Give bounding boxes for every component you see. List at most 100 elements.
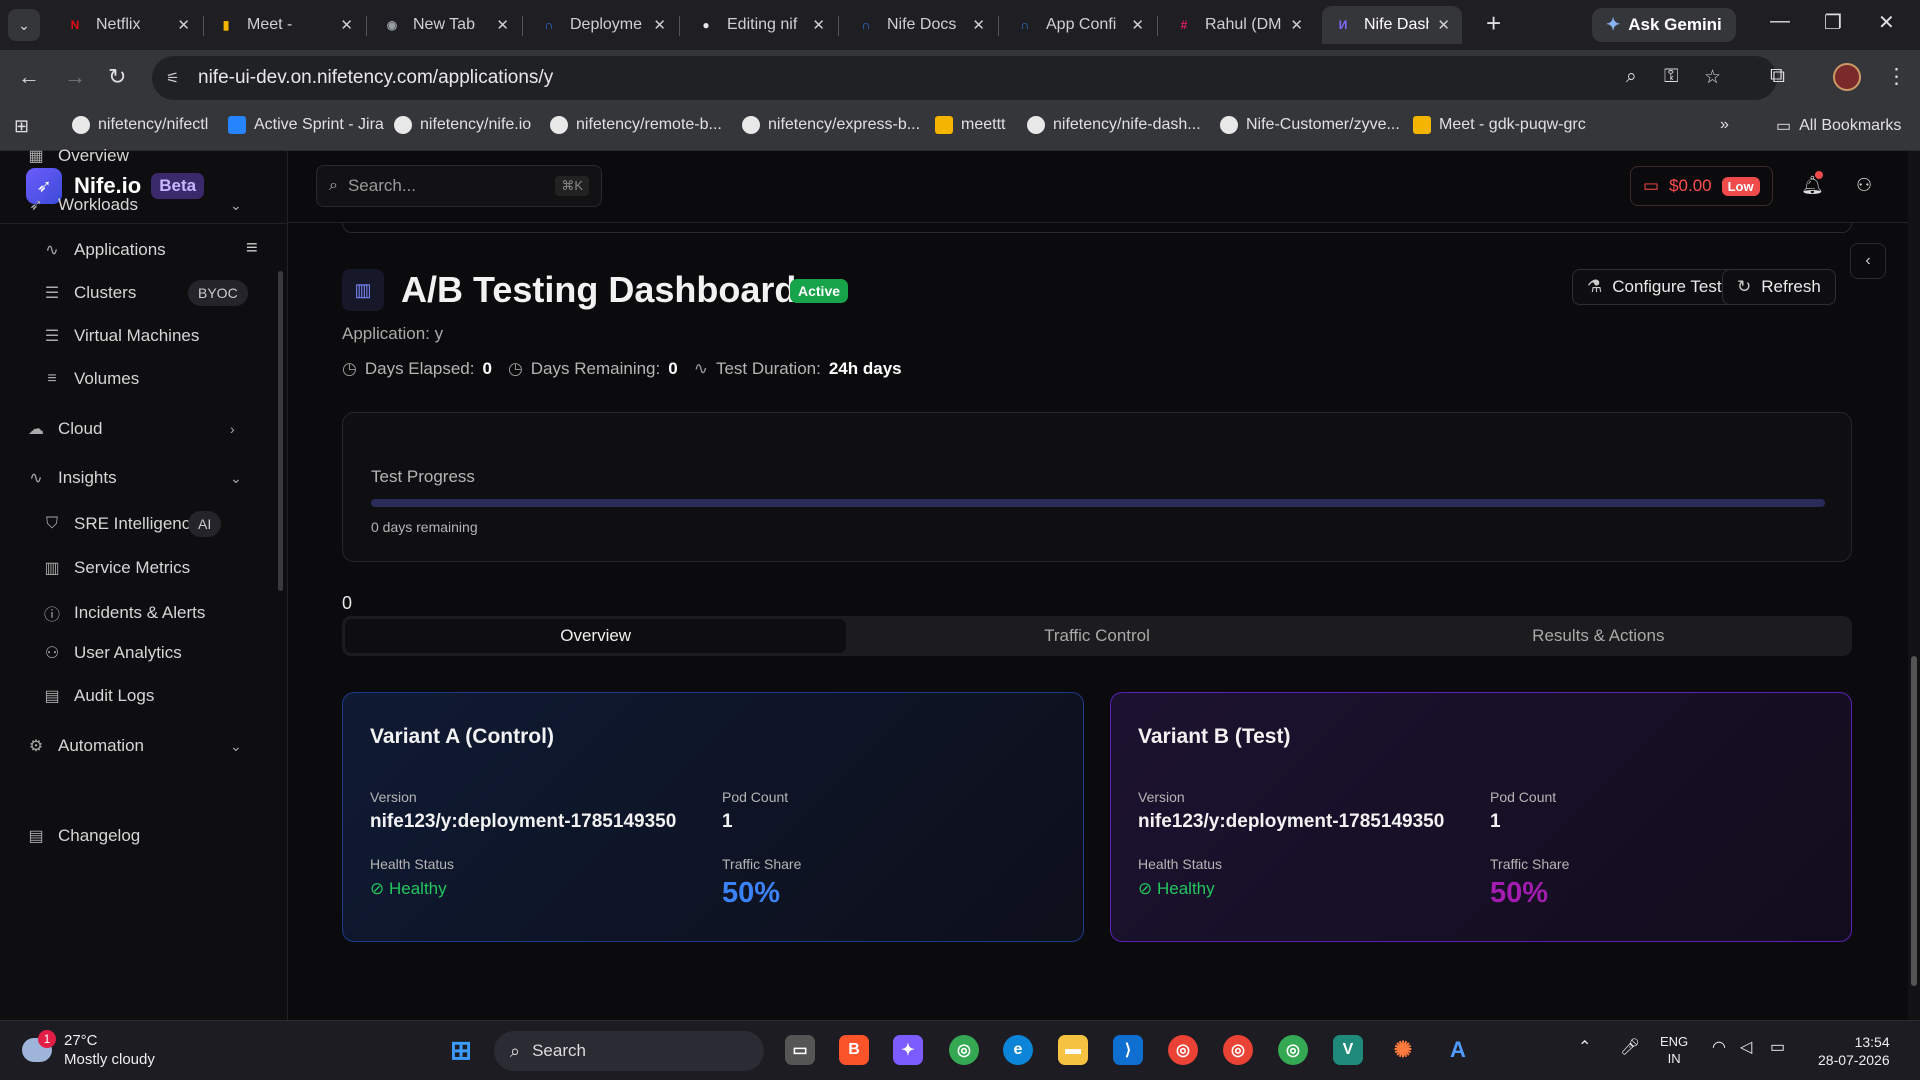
- bookmark-3[interactable]: nifetency/remote-b...: [550, 116, 722, 134]
- brave-icon[interactable]: B: [839, 1035, 869, 1065]
- tab-2[interactable]: ◉ New Tab ✕: [371, 6, 521, 44]
- copilot-icon[interactable]: ✦: [893, 1035, 923, 1065]
- password-key-icon[interactable]: ⚿: [1664, 66, 1678, 88]
- taskbar-search[interactable]: ⌕ Search: [494, 1031, 764, 1071]
- new-tab-button[interactable]: +: [1486, 8, 1501, 39]
- vscode-icon[interactable]: ⟩: [1113, 1035, 1143, 1065]
- close-tab-icon[interactable]: ✕: [340, 16, 353, 34]
- close-tab-icon[interactable]: ✕: [653, 16, 666, 34]
- menu-icon[interactable]: ⋮: [1886, 64, 1907, 89]
- bookmarks-overflow[interactable]: »: [1720, 116, 1729, 134]
- close-tab-icon[interactable]: ✕: [177, 16, 190, 34]
- vs-icon[interactable]: V: [1333, 1035, 1363, 1065]
- bookmark-4[interactable]: nifetency/express-b...: [742, 116, 920, 134]
- ask-gemini-button[interactable]: ✦ Ask Gemini: [1592, 8, 1736, 42]
- tab-overview[interactable]: Overview: [345, 619, 847, 653]
- zoom-icon[interactable]: ⌕: [1626, 66, 1637, 88]
- volume-icon[interactable]: ◁: [1740, 1037, 1752, 1057]
- sidebar-item-user-analytics[interactable]: ⚇ User Analytics: [42, 643, 182, 663]
- chevron-down-icon[interactable]: ⌄: [230, 470, 242, 487]
- all-bookmarks[interactable]: ▭ All Bookmarks: [1776, 116, 1901, 136]
- back-button[interactable]: ←: [18, 64, 40, 90]
- app-a-icon[interactable]: A: [1443, 1035, 1473, 1065]
- tab-search-button[interactable]: ⌄: [8, 9, 40, 41]
- close-tab-icon[interactable]: ✕: [496, 16, 509, 34]
- sidebar-item-changelog[interactable]: ▤ Changelog: [26, 826, 140, 846]
- scrollbar-thumb[interactable]: [1911, 656, 1917, 986]
- apps-icon[interactable]: ⊞: [14, 116, 29, 137]
- sidebar-item-volumes[interactable]: ≡ Volumes: [42, 369, 139, 389]
- microphone-icon[interactable]: 🎤︎: [1620, 1037, 1640, 1057]
- language-indicator[interactable]: ENG IN: [1660, 1033, 1688, 1067]
- sidebar-scrollbar[interactable]: [278, 271, 283, 591]
- restore-button[interactable]: ❐: [1824, 10, 1842, 35]
- windows-start-icon[interactable]: ⊞: [446, 1035, 476, 1065]
- refresh-button[interactable]: ↻ Refresh: [1722, 269, 1836, 305]
- chrome-icon[interactable]: ◎: [1223, 1035, 1253, 1065]
- close-window-button[interactable]: ✕: [1878, 10, 1895, 35]
- user-icon[interactable]: ⚇: [1856, 175, 1872, 196]
- bookmark-5[interactable]: meettt: [935, 116, 1005, 134]
- extensions-icon[interactable]: ⧉: [1770, 64, 1785, 88]
- address-bar[interactable]: ⚟ nife-ui-dev.on.nifetency.com/applicati…: [152, 56, 1777, 100]
- bookmark-2[interactable]: nifetency/nife.io: [394, 116, 531, 134]
- close-tab-icon[interactable]: ✕: [972, 16, 985, 34]
- credit-balance[interactable]: ▭ $0.00 Low: [1630, 166, 1773, 206]
- tab-7[interactable]: # Rahul (DM ✕: [1163, 6, 1315, 44]
- sidebar-item-workloads[interactable]: ➶ Workloads: [26, 195, 138, 215]
- chevron-right-icon[interactable]: ›: [230, 421, 235, 437]
- configure-test-button[interactable]: ⚗ Configure Test: [1572, 269, 1737, 305]
- hamburger-menu-icon[interactable]: ≡: [246, 237, 258, 260]
- chrome-icon[interactable]: ◎: [949, 1035, 979, 1065]
- battery-icon[interactable]: ▭: [1770, 1037, 1785, 1057]
- sidebar-item-audit-logs[interactable]: ▤ Audit Logs: [42, 686, 154, 706]
- edge-icon[interactable]: e: [1003, 1035, 1033, 1065]
- close-tab-icon[interactable]: ✕: [1437, 16, 1450, 34]
- bell-icon[interactable]: 🔔︎: [1801, 171, 1824, 196]
- close-tab-icon[interactable]: ✕: [1131, 16, 1144, 34]
- wifi-icon[interactable]: ◠: [1712, 1037, 1726, 1057]
- chevron-down-icon[interactable]: ⌄: [230, 197, 242, 214]
- bookmark-1[interactable]: Active Sprint - Jira: [228, 116, 384, 134]
- claude-icon[interactable]: ✺: [1388, 1035, 1418, 1065]
- sidebar-item-incidents-alerts[interactable]: ⓘ Incidents & Alerts: [42, 601, 205, 625]
- bookmark-7[interactable]: Nife-Customer/zyve...: [1220, 116, 1400, 134]
- minimize-button[interactable]: —: [1770, 10, 1790, 33]
- chevron-down-icon[interactable]: ⌄: [230, 738, 242, 755]
- tray-chevron-icon[interactable]: ⌃: [1578, 1037, 1591, 1057]
- tab-traffic-control[interactable]: Traffic Control: [846, 619, 1347, 653]
- sidebar-item-overview[interactable]: ▦ Overview: [26, 146, 128, 166]
- tab-results-actions[interactable]: Results & Actions: [1348, 619, 1849, 653]
- search-input[interactable]: ⌕ Search... ⌘K: [316, 165, 602, 207]
- clock[interactable]: 13:54 28-07-2026: [1818, 1033, 1890, 1069]
- weather-widget[interactable]: 1 27°C Mostly cloudy: [22, 1030, 155, 1069]
- tab-4[interactable]: ● Editing nif ✕: [685, 6, 837, 44]
- tab-8[interactable]: И Nife Dashl ✕: [1322, 6, 1462, 44]
- close-tab-icon[interactable]: ✕: [812, 16, 825, 34]
- tab-3[interactable]: ∩ Deployme ✕: [528, 6, 678, 44]
- forward-button[interactable]: →: [64, 64, 86, 90]
- close-tab-icon[interactable]: ✕: [1290, 16, 1303, 34]
- page-scrollbar[interactable]: [1908, 151, 1920, 1020]
- sidebar-item-applications[interactable]: ∿ Applications: [42, 240, 165, 260]
- sidebar-item-virtual-machines[interactable]: ☰ Virtual Machines: [42, 326, 200, 346]
- sidebar-item-cloud[interactable]: ☁ Cloud: [26, 419, 102, 439]
- url-text[interactable]: nife-ui-dev.on.nifetency.com/application…: [198, 67, 553, 89]
- file-explorer-icon[interactable]: ▬: [1058, 1035, 1088, 1065]
- task-view-icon[interactable]: ▭: [785, 1035, 815, 1065]
- profile-avatar[interactable]: [1833, 63, 1861, 91]
- tab-5[interactable]: ∩ Nife Docs ✕: [845, 6, 997, 44]
- collapse-panel-button[interactable]: ‹: [1850, 243, 1886, 279]
- chrome-icon[interactable]: ◎: [1168, 1035, 1198, 1065]
- bookmark-0[interactable]: nifetency/nifectl: [72, 116, 208, 134]
- bookmark-6[interactable]: nifetency/nife-dash...: [1027, 116, 1201, 134]
- tab-1[interactable]: ▮ Meet - ✕: [205, 6, 365, 44]
- sidebar-item-insights[interactable]: ∿ Insights: [26, 468, 116, 488]
- bookmark-8[interactable]: Meet - gdk-puqw-grc: [1413, 116, 1586, 134]
- bookmark-star-icon[interactable]: ☆: [1704, 66, 1721, 89]
- sidebar-item-sre-intelligence[interactable]: ⛉ SRE Intelligence: [42, 514, 200, 534]
- sidebar-item-clusters[interactable]: ☰ Clusters: [42, 283, 137, 303]
- reload-button[interactable]: ↻: [108, 64, 126, 90]
- sidebar-item-service-metrics[interactable]: ▥ Service Metrics: [42, 558, 190, 578]
- sidebar-item-automation[interactable]: ⚙ Automation: [26, 736, 144, 756]
